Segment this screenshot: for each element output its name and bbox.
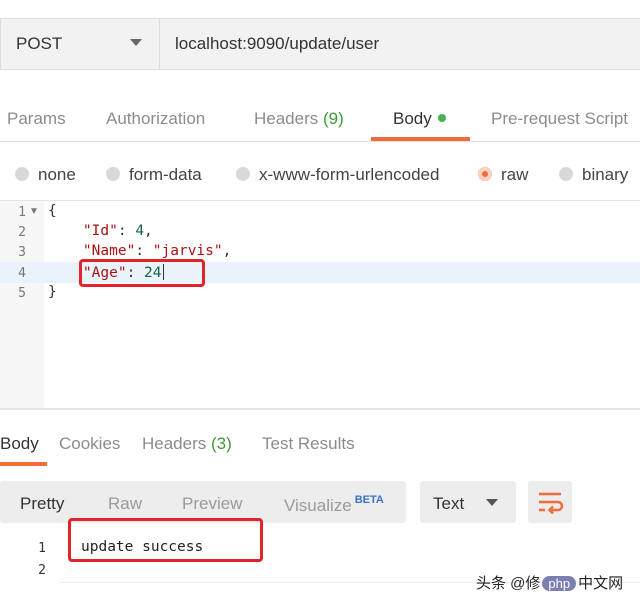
tab-authorization[interactable]: Authorization — [106, 109, 205, 129]
view-pretty-button[interactable]: Pretty — [20, 494, 64, 514]
watermark-prefix: 头条 @修 — [476, 575, 541, 592]
radio-none[interactable] — [15, 167, 29, 181]
response-tab-headers-label: Headers — [142, 434, 207, 453]
code-line-2[interactable]: "Id": 4, — [48, 223, 153, 239]
response-line-number: 1 — [38, 541, 46, 556]
code-line-5[interactable]: } — [48, 284, 57, 300]
annotation-highlight-box — [68, 518, 263, 562]
response-headers-count: (3) — [211, 434, 232, 453]
radio-raw[interactable] — [478, 167, 492, 181]
format-select-value[interactable]: Text — [433, 494, 464, 514]
radio-form-data[interactable] — [106, 167, 120, 181]
visualize-label: Visualize — [284, 496, 352, 515]
response-active-tab-indicator — [0, 462, 47, 466]
line-number: 4 — [18, 266, 26, 281]
body-status-dot-icon — [437, 114, 446, 122]
response-tab-body[interactable]: Body — [0, 434, 39, 454]
json-colon: : — [135, 243, 153, 259]
radio-form-data-label[interactable]: form-data — [129, 165, 202, 185]
radio-none-label[interactable]: none — [38, 165, 76, 185]
annotation-highlight-box — [79, 259, 205, 287]
tabs-divider — [0, 141, 640, 142]
json-key: "Id" — [82, 223, 118, 239]
json-comma: , — [222, 243, 232, 259]
view-visualize-button[interactable]: Visualize BETA — [284, 494, 384, 516]
radio-x-www-form-urlencoded-label[interactable]: x-www-form-urlencoded — [259, 165, 439, 185]
wrap-lines-button[interactable] — [528, 481, 572, 523]
json-colon: : — [117, 223, 136, 239]
editor-top-border — [0, 200, 640, 201]
tab-headers[interactable]: Headers (9) — [254, 109, 344, 129]
line-number: 3 — [18, 245, 26, 260]
top-border — [0, 0, 640, 18]
watermark-pill: php — [542, 576, 577, 591]
view-raw-button[interactable]: Raw — [108, 494, 142, 514]
json-key: "Name" — [82, 243, 136, 259]
json-brace: } — [48, 284, 57, 300]
radio-raw-label[interactable]: raw — [501, 165, 528, 185]
response-tab-cookies[interactable]: Cookies — [59, 434, 120, 454]
tab-pre-request-script[interactable]: Pre-request Script — [491, 109, 628, 129]
json-brace: { — [48, 203, 57, 219]
url-value[interactable]: localhost:9090/update/user — [175, 34, 379, 54]
line-number: 2 — [18, 225, 26, 240]
editor-resize-divider[interactable] — [0, 408, 640, 410]
tab-body-label: Body — [393, 109, 432, 128]
json-value: 4 — [135, 223, 145, 239]
response-tab-headers[interactable]: Headers (3) — [142, 434, 232, 454]
json-value: "jarvis" — [152, 243, 223, 259]
fold-arrow-icon[interactable]: ▼ — [29, 206, 39, 217]
radio-binary[interactable] — [559, 167, 573, 181]
wrap-lines-icon — [539, 492, 564, 515]
response-tab-test-results[interactable]: Test Results — [262, 434, 355, 454]
code-line-1[interactable]: { — [48, 203, 57, 219]
chevron-down-icon[interactable] — [130, 39, 142, 46]
watermark-suffix: 中文网 — [578, 575, 624, 592]
radio-x-www-form-urlencoded[interactable] — [236, 167, 250, 181]
line-number: 1 — [18, 205, 26, 220]
watermark: 头条 @修 php 中文网 — [476, 572, 623, 593]
beta-badge: BETA — [354, 494, 384, 506]
method-label: POST — [16, 34, 63, 53]
radio-binary-label[interactable]: binary — [582, 165, 628, 185]
headers-count: (9) — [323, 109, 344, 128]
line-number: 5 — [18, 286, 26, 301]
view-preview-button[interactable]: Preview — [182, 494, 242, 514]
tab-params[interactable]: Params — [7, 109, 66, 129]
tab-body[interactable]: Body — [393, 109, 446, 129]
response-line-number: 2 — [38, 563, 46, 578]
chevron-down-icon[interactable] — [486, 499, 498, 506]
json-comma: , — [144, 223, 153, 239]
tab-headers-label: Headers — [254, 109, 319, 128]
code-line-3[interactable]: "Name": "jarvis", — [48, 243, 231, 259]
